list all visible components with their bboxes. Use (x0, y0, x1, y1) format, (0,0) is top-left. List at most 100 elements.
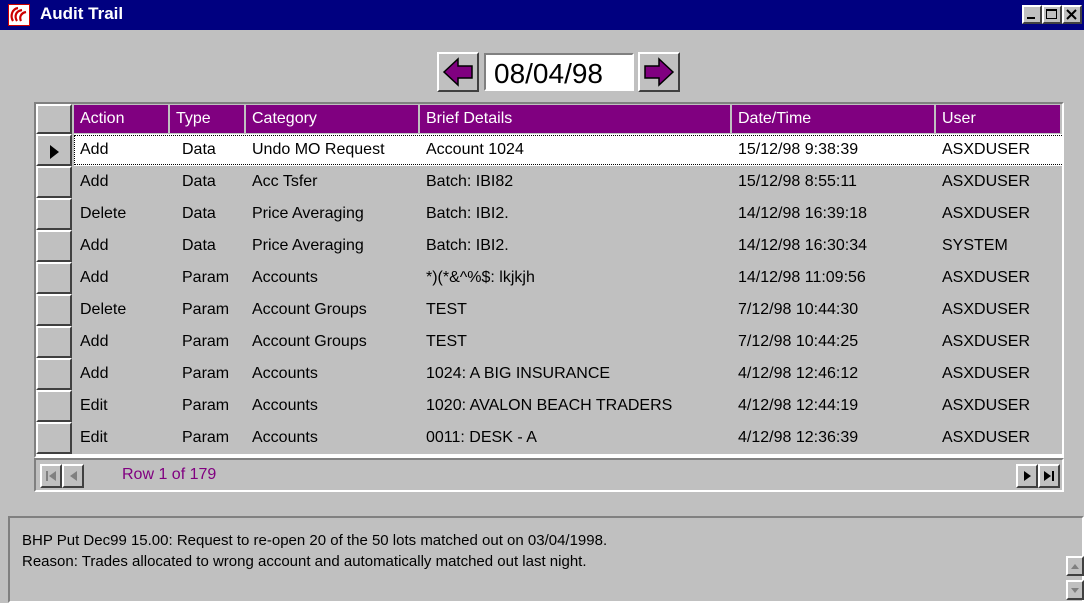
column-header-type[interactable]: Type (170, 105, 246, 133)
cell-type[interactable]: Param (182, 294, 246, 326)
cell-details[interactable]: 1024: A BIG INSURANCE (426, 358, 732, 390)
row-selector[interactable] (36, 294, 72, 326)
cell-action[interactable]: Delete (80, 294, 170, 326)
cell-datetime[interactable]: 7/12/98 10:44:25 (738, 326, 936, 358)
cell-user[interactable]: ASXDUSER (942, 326, 1062, 358)
column-header-user[interactable]: User (936, 105, 1062, 133)
column-header-category[interactable]: Category (246, 105, 420, 133)
cell-action[interactable]: Edit (80, 390, 170, 422)
cell-category[interactable]: Accounts (252, 390, 420, 422)
table-row[interactable]: Edit Param Accounts 0011: DESK - A 4/12/98 1… (36, 422, 1062, 454)
cell-datetime[interactable]: 4/12/98 12:44:19 (738, 390, 936, 422)
cell-category[interactable]: Accounts (252, 358, 420, 390)
cell-type[interactable]: Param (182, 358, 246, 390)
cell-type[interactable]: Param (182, 262, 246, 294)
row-selector[interactable] (36, 230, 72, 262)
cell-type[interactable]: Param (182, 326, 246, 358)
cell-datetime[interactable]: 7/12/98 10:44:30 (738, 294, 936, 326)
table-row[interactable]: Add Param Accounts 1024: A BIG INSURANCE 4/1… (36, 358, 1062, 390)
last-record-button[interactable] (1038, 464, 1060, 488)
next-date-button[interactable] (638, 52, 680, 92)
row-selector[interactable] (36, 358, 72, 390)
cell-details[interactable]: Batch: IBI2. (426, 230, 732, 262)
column-header-brief-details[interactable]: Brief Details (420, 105, 732, 133)
table-row[interactable]: Add Param Accounts *)(*&^%$: lkjkjh 14/12/98… (36, 262, 1062, 294)
cell-type[interactable]: Data (182, 166, 246, 198)
table-row[interactable]: Edit Param Accounts 1020: AVALON BEACH TRAD… (36, 390, 1062, 422)
table-row[interactable]: Add Data Price Averaging Batch: IBI2. 14/12/… (36, 230, 1062, 262)
cell-user[interactable]: SYSTEM (942, 230, 1062, 262)
cell-category[interactable]: Undo MO Request (252, 134, 420, 166)
cell-type[interactable]: Data (182, 134, 246, 166)
cell-type[interactable]: Data (182, 198, 246, 230)
cell-user[interactable]: ASXDUSER (942, 134, 1062, 166)
table-row[interactable]: Delete Data Price Averaging Batch: IBI2. 14/… (36, 198, 1062, 230)
cell-details[interactable]: *)(*&^%$: lkjkjh (426, 262, 732, 294)
cell-user[interactable]: ASXDUSER (942, 198, 1062, 230)
next-record-button[interactable] (1016, 464, 1038, 488)
cell-details[interactable]: Batch: IBI82 (426, 166, 732, 198)
cell-category[interactable]: Price Averaging (252, 230, 420, 262)
cell-details[interactable]: Account 1024 (426, 134, 732, 166)
cell-action[interactable]: Add (80, 166, 170, 198)
cell-details[interactable]: 0011: DESK - A (426, 422, 732, 454)
scroll-up-button[interactable] (1066, 556, 1084, 576)
cell-category[interactable]: Acc Tsfer (252, 166, 420, 198)
cell-category[interactable]: Account Groups (252, 294, 420, 326)
cell-action[interactable]: Add (80, 358, 170, 390)
cell-user[interactable]: ASXDUSER (942, 166, 1062, 198)
cell-category[interactable]: Price Averaging (252, 198, 420, 230)
column-header-action[interactable]: Action (74, 105, 170, 133)
cell-user[interactable]: ASXDUSER (942, 422, 1062, 454)
previous-date-button[interactable] (437, 52, 479, 92)
cell-type[interactable]: Param (182, 390, 246, 422)
row-selector[interactable] (36, 422, 72, 454)
row-selector[interactable] (36, 134, 72, 166)
cell-category[interactable]: Accounts (252, 262, 420, 294)
cell-datetime[interactable]: 15/12/98 8:55:11 (738, 166, 936, 198)
row-selector[interactable] (36, 166, 72, 198)
table-row[interactable]: Add Data Undo MO Request Account 1024 15/12/… (36, 134, 1062, 166)
cell-action[interactable]: Add (80, 326, 170, 358)
cell-type[interactable]: Data (182, 230, 246, 262)
cell-datetime[interactable]: 14/12/98 11:09:56 (738, 262, 936, 294)
minimize-button[interactable] (1022, 5, 1042, 24)
cell-type[interactable]: Param (182, 422, 246, 454)
cell-category[interactable]: Account Groups (252, 326, 420, 358)
cell-action[interactable]: Add (80, 134, 170, 166)
cell-action[interactable]: Add (80, 230, 170, 262)
row-cells: Add Param Accounts *)(*&^%$: lkjkjh 14/12/98… (74, 262, 1062, 294)
column-header-date-time[interactable]: Date/Time (732, 105, 936, 133)
maximize-button[interactable] (1042, 5, 1062, 24)
cell-datetime[interactable]: 14/12/98 16:39:18 (738, 198, 936, 230)
close-button[interactable] (1062, 5, 1082, 24)
cell-datetime[interactable]: 4/12/98 12:36:39 (738, 422, 936, 454)
cell-action[interactable]: Add (80, 262, 170, 294)
cell-user[interactable]: ASXDUSER (942, 390, 1062, 422)
cell-user[interactable]: ASXDUSER (942, 358, 1062, 390)
cell-action[interactable]: Edit (80, 422, 170, 454)
cell-action[interactable]: Delete (80, 198, 170, 230)
row-selector[interactable] (36, 262, 72, 294)
cell-details[interactable]: TEST (426, 294, 732, 326)
cell-datetime[interactable]: 4/12/98 12:46:12 (738, 358, 936, 390)
cell-category[interactable]: Accounts (252, 422, 420, 454)
cell-datetime[interactable]: 14/12/98 16:30:34 (738, 230, 936, 262)
cell-user[interactable]: ASXDUSER (942, 262, 1062, 294)
first-record-button[interactable] (40, 464, 62, 488)
scroll-down-button[interactable] (1066, 580, 1084, 600)
row-selector[interactable] (36, 198, 72, 230)
row-selector[interactable] (36, 390, 72, 422)
table-row[interactable]: Delete Param Account Groups TEST 7/12/98 10:… (36, 294, 1062, 326)
cell-details[interactable]: 1020: AVALON BEACH TRADERS (426, 390, 732, 422)
cell-details[interactable]: Batch: IBI2. (426, 198, 732, 230)
table-row[interactable]: Add Data Acc Tsfer Batch: IBI82 15/12/98 8:5… (36, 166, 1062, 198)
cell-datetime[interactable]: 15/12/98 9:38:39 (738, 134, 936, 166)
cell-details[interactable]: TEST (426, 326, 732, 358)
app-icon[interactable] (8, 4, 30, 26)
row-selector[interactable] (36, 326, 72, 358)
previous-record-button[interactable] (62, 464, 84, 488)
table-row[interactable]: Add Param Account Groups TEST 7/12/98 10:44:… (36, 326, 1062, 358)
cell-user[interactable]: ASXDUSER (942, 294, 1062, 326)
date-field[interactable]: 08/04/98 (484, 53, 634, 91)
